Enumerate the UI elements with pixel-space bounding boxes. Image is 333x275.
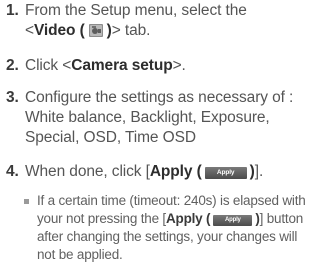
- step-text: From the Setup menu, select the <Video (…: [25, 1, 331, 41]
- step-3-line-1: Configure the settings as necessary of :: [25, 89, 294, 106]
- step-text: Configure the settings as necessary of :…: [25, 88, 331, 148]
- note-line-4: not be applied.: [37, 247, 123, 262]
- apply-button-image: Apply: [204, 167, 247, 179]
- step-number: 1.: [6, 2, 19, 19]
- bracket-close: ].: [254, 163, 264, 180]
- step-2-line: Click <Camera setup>.: [25, 56, 331, 76]
- step-number: 2.: [6, 57, 19, 74]
- when-done-text: When done, click [: [25, 163, 150, 180]
- step-text: Click <Camera setup>.: [25, 56, 331, 76]
- step-3-line-3: Special, OSD, Time OSD: [25, 129, 196, 146]
- note-text: If a certain time (timeout: 240s) is ela…: [37, 192, 329, 264]
- apply-label: Apply (: [149, 163, 202, 180]
- apply-button-image: Apply: [213, 215, 253, 226]
- step-4-line: When done, click [Apply (Apply)].: [25, 162, 331, 182]
- step-number: 4.: [6, 163, 19, 180]
- step-number: 3.: [6, 89, 19, 106]
- note-text-part: your not pressing the [: [37, 211, 166, 226]
- note-line-1: If a certain time (timeout: 240s) is ela…: [37, 193, 306, 208]
- step-text: When done, click [Apply (Apply)].: [25, 162, 331, 182]
- note-text-part: ] button: [259, 211, 304, 226]
- note-line-3: after changing the settings, your change…: [37, 229, 298, 244]
- note-line-2: your not pressing the [Apply (Apply)] bu…: [37, 210, 329, 228]
- camera-setup-label: Camera setup: [71, 57, 173, 74]
- step-1-line-2: <Video ()> tab.: [25, 21, 331, 41]
- apply-label: Apply (: [165, 211, 211, 226]
- instructions-document: 1. From the Setup menu, select the <Vide…: [0, 0, 333, 275]
- bracket-open: <: [25, 22, 34, 39]
- click-text: Click <: [25, 57, 72, 74]
- bracket-close: > tab.: [111, 22, 151, 39]
- step-1-line-1: From the Setup menu, select the: [25, 2, 247, 19]
- square-bullet-icon: [24, 199, 29, 204]
- step-3-line-2: White balance, Backlight, Exposure,: [25, 109, 270, 126]
- bracket-close: >.: [172, 57, 186, 74]
- camera-icon: [88, 23, 103, 37]
- video-tab-label: Video (: [33, 22, 85, 39]
